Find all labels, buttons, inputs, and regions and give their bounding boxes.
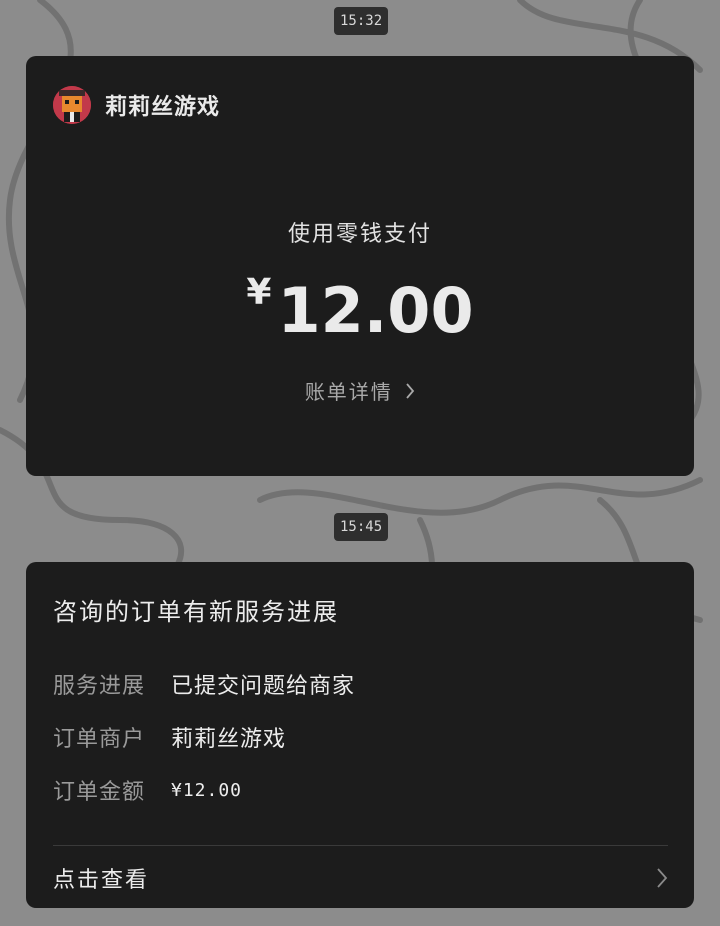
view-details-button[interactable]: 点击查看 bbox=[53, 860, 668, 896]
bill-details-link[interactable]: 账单详情 bbox=[26, 376, 694, 405]
detail-value: 已提交问题给商家 bbox=[171, 674, 356, 699]
bill-details-label: 账单详情 bbox=[304, 380, 393, 404]
chevron-right-icon bbox=[406, 383, 415, 399]
payment-card[interactable]: 莉莉丝游戏 使用零钱支付 ¥12.00 账单详情 bbox=[26, 56, 694, 476]
detail-value: ¥12.00 bbox=[171, 779, 243, 801]
merchant-header: 莉莉丝游戏 bbox=[53, 86, 220, 124]
payment-amount: ¥12.00 bbox=[26, 272, 694, 347]
detail-row-progress: 服务进展 已提交问题给商家 bbox=[53, 668, 355, 700]
card-divider bbox=[53, 845, 668, 846]
chevron-right-icon bbox=[657, 868, 668, 888]
amount-value: 12.00 bbox=[277, 274, 474, 347]
view-details-label: 点击查看 bbox=[53, 868, 150, 893]
service-card-title: 咨询的订单有新服务进展 bbox=[53, 598, 339, 626]
timestamp-badge: 15:45 bbox=[334, 513, 389, 541]
currency-symbol: ¥ bbox=[246, 272, 272, 313]
detail-row-amount: 订单金额 ¥12.00 bbox=[53, 774, 242, 806]
timestamp-badge: 15:32 bbox=[334, 7, 389, 35]
detail-row-merchant: 订单商户 莉莉丝游戏 bbox=[53, 721, 286, 753]
detail-label: 服务进展 bbox=[53, 674, 146, 699]
payment-method-label: 使用零钱支付 bbox=[287, 222, 432, 247]
detail-label: 订单金额 bbox=[53, 780, 146, 805]
merchant-name: 莉莉丝游戏 bbox=[105, 95, 221, 120]
service-progress-card[interactable]: 咨询的订单有新服务进展 服务进展 已提交问题给商家 订单商户 莉莉丝游戏 订单金… bbox=[26, 562, 694, 908]
detail-label: 订单商户 bbox=[53, 727, 146, 752]
detail-value: 莉莉丝游戏 bbox=[171, 727, 287, 752]
merchant-logo-icon bbox=[53, 86, 91, 124]
